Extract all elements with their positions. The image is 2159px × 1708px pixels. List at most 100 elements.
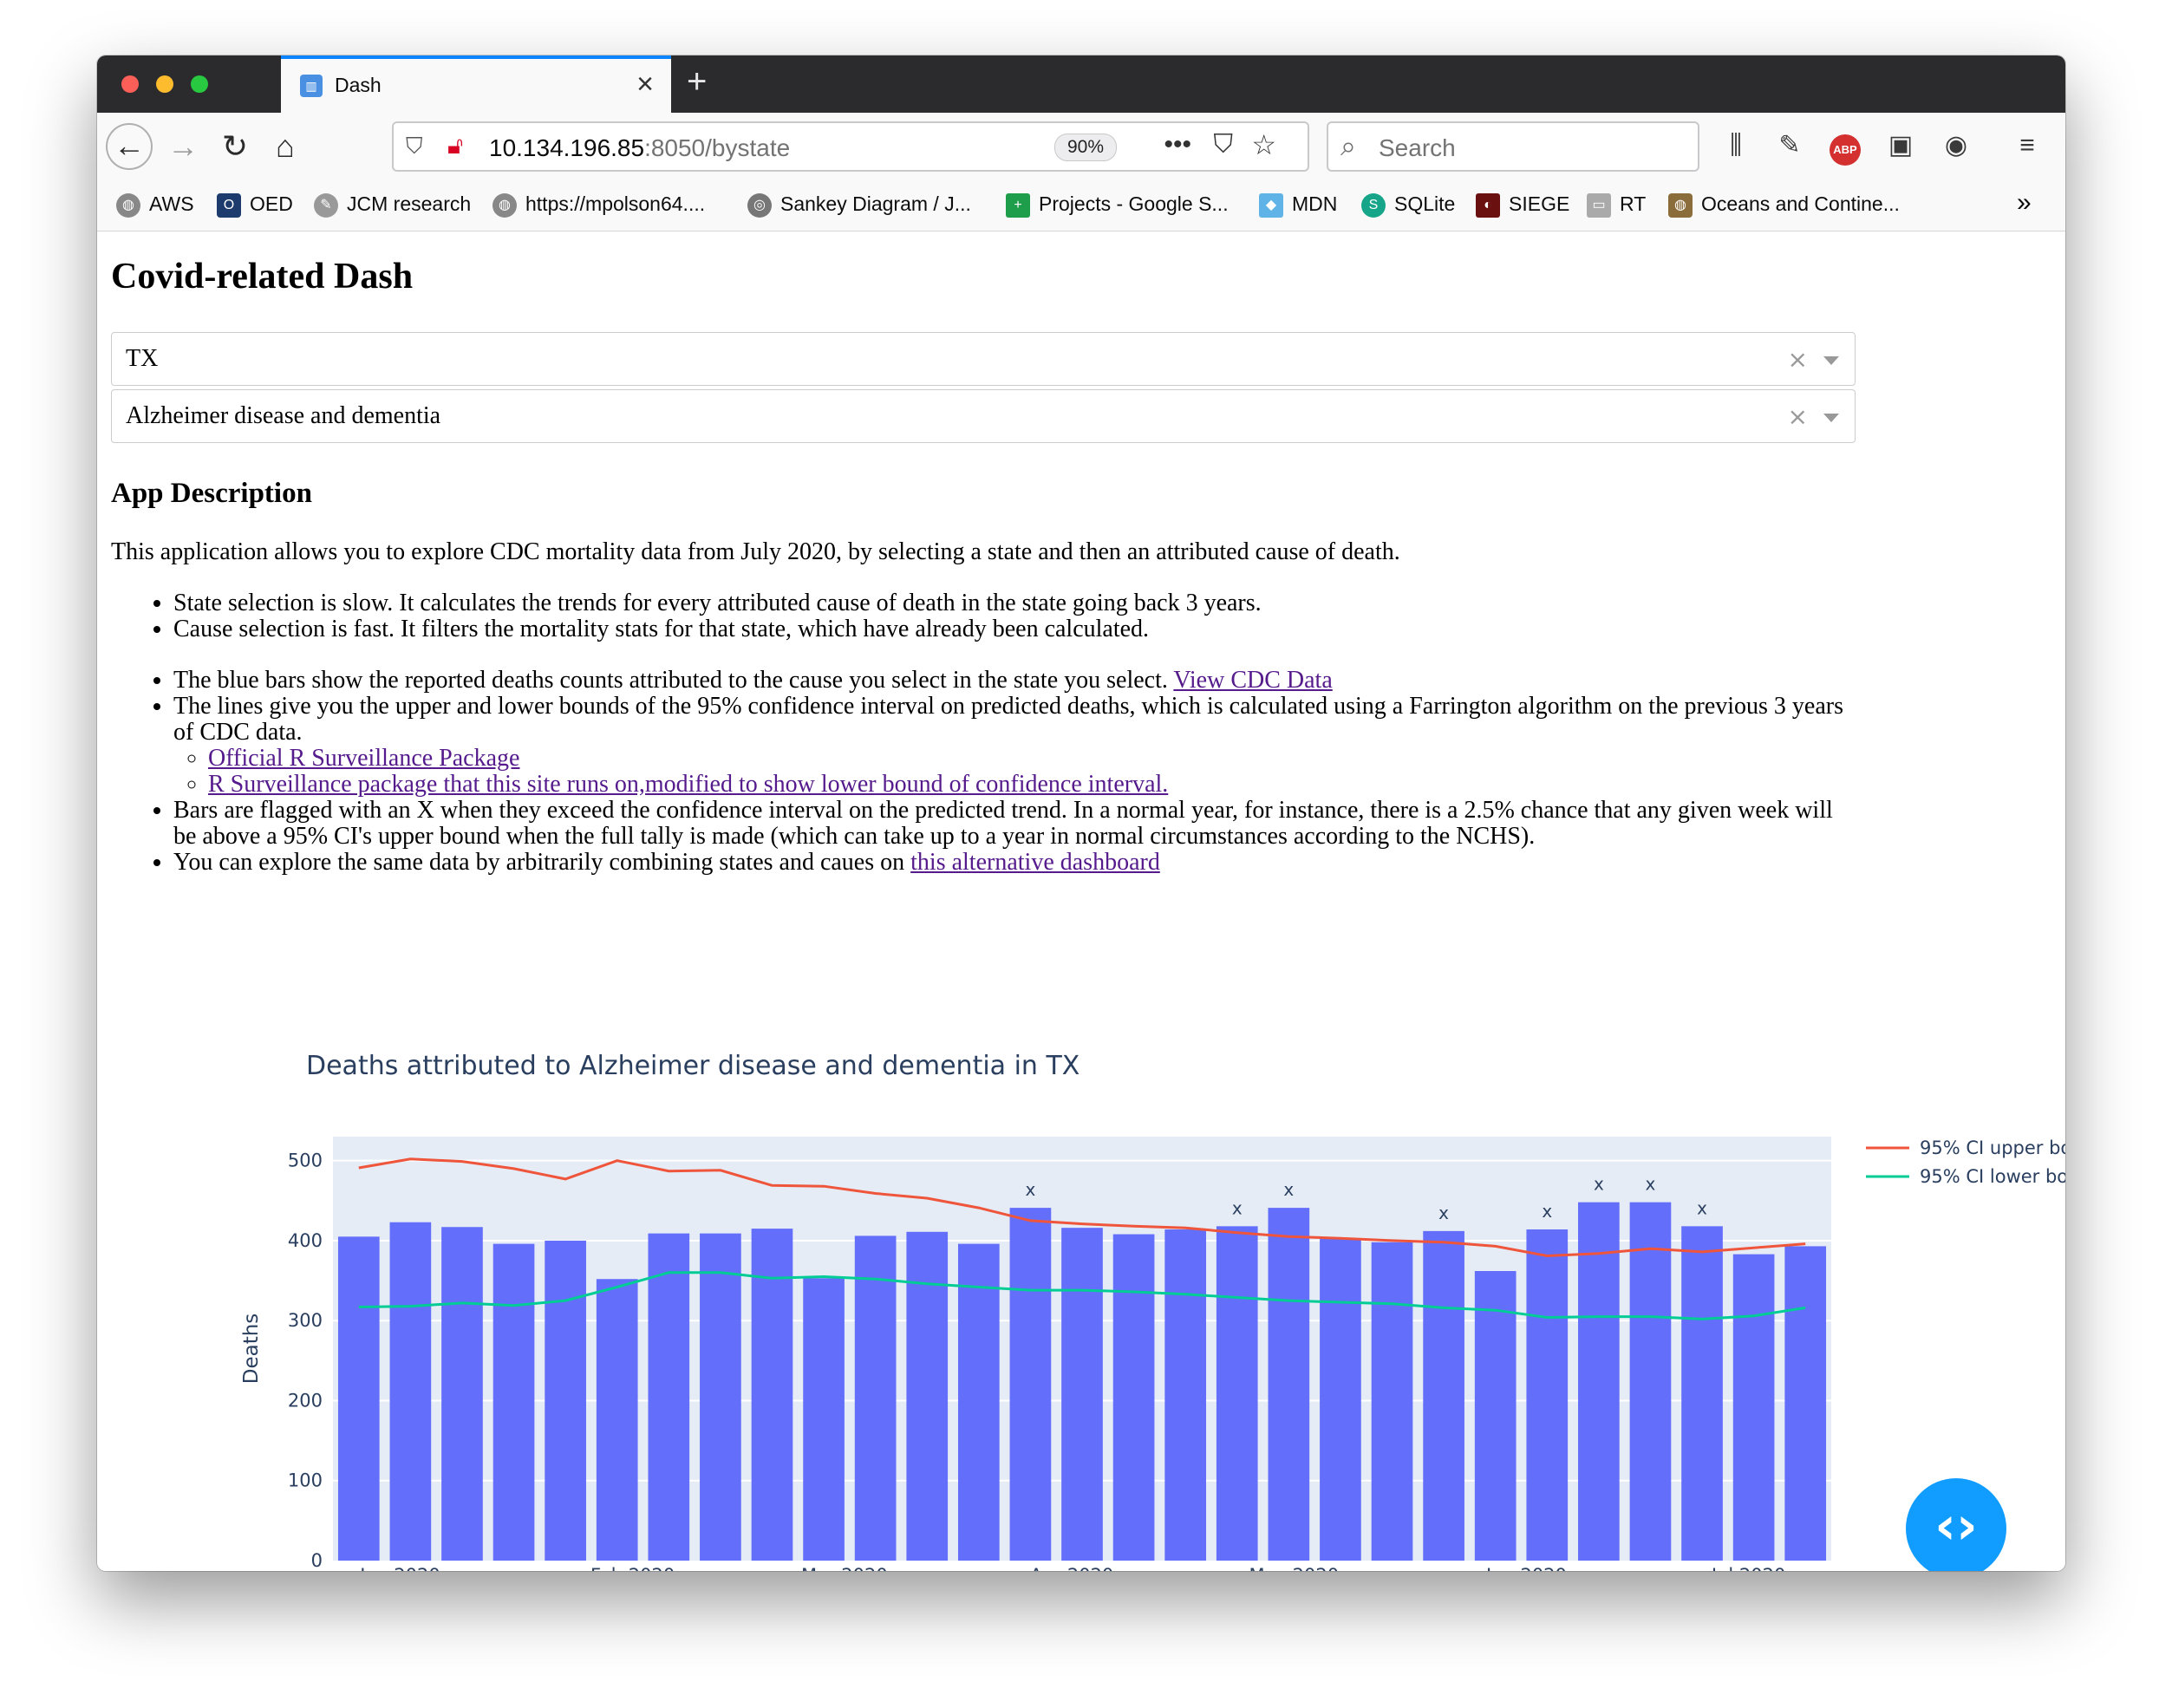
menu-icon[interactable]: ≡ bbox=[2008, 127, 2046, 165]
deaths-bar bbox=[1216, 1226, 1258, 1561]
chevron-down-icon[interactable] bbox=[1823, 414, 1839, 422]
tab-dash[interactable]: ▥ Dash × bbox=[281, 55, 671, 113]
y-tick-label: 0 bbox=[311, 1550, 323, 1571]
search-icon: ⌕ bbox=[1340, 130, 1356, 161]
official-package-link[interactable]: Official R Surveillance Package bbox=[208, 745, 519, 772]
deaths-bar bbox=[1784, 1246, 1827, 1561]
bookmark-mdn[interactable]: ◆ MDN bbox=[1259, 192, 1337, 218]
url-path: :8050/bystate bbox=[644, 134, 791, 161]
url-text[interactable]: 10.134.196.85:8050/bystate bbox=[489, 134, 790, 162]
list-item-text: You can explore the same data by arbitra… bbox=[173, 849, 911, 876]
bookmark-siege[interactable]: ◐ SIEGE bbox=[1476, 192, 1569, 218]
extension-icon[interactable]: ✎ bbox=[1771, 127, 1809, 165]
deaths-bar bbox=[441, 1227, 483, 1561]
deaths-bar bbox=[700, 1233, 741, 1561]
clear-icon[interactable]: × bbox=[1788, 402, 1808, 431]
chart-title: Deaths attributed to Alzheimer disease a… bbox=[306, 1051, 1080, 1081]
y-axis-label: Deaths bbox=[240, 1314, 263, 1385]
bookmark-label: AWS bbox=[149, 192, 194, 215]
legend-label: 95% CI upper bound bbox=[1920, 1138, 2065, 1158]
bookmark-star-icon[interactable]: ☆ bbox=[1251, 128, 1276, 161]
close-tab-icon[interactable]: × bbox=[636, 69, 654, 99]
bookmark-projects[interactable]: + Projects - Google S... bbox=[1006, 192, 1229, 218]
page-title: Covid-related Dash bbox=[111, 257, 414, 297]
dev-tools-button[interactable]: ‹› bbox=[1906, 1478, 2006, 1571]
deaths-bar bbox=[1629, 1202, 1672, 1561]
scroll-icon: ✎ bbox=[314, 192, 338, 218]
deaths-bar bbox=[1578, 1202, 1620, 1561]
clear-icon[interactable]: × bbox=[1788, 345, 1808, 374]
deaths-bar bbox=[1268, 1208, 1310, 1561]
deaths-bar bbox=[337, 1236, 380, 1561]
bookmark-rt[interactable]: ▭ RT bbox=[1587, 192, 1646, 218]
chevron-down-icon[interactable] bbox=[1823, 356, 1839, 365]
state-dropdown[interactable]: TX × bbox=[111, 332, 1856, 386]
bookmark-aws[interactable]: ◍ AWS bbox=[116, 192, 194, 218]
legend-label: 95% CI lower bound bbox=[1920, 1166, 2065, 1187]
alternative-dashboard-link[interactable]: this alternative dashboard bbox=[910, 849, 1160, 876]
url-host: 10.134.196.85 bbox=[489, 134, 645, 161]
siege-icon: ◐ bbox=[1476, 192, 1500, 218]
sqlite-icon: S bbox=[1361, 192, 1386, 218]
back-button[interactable]: ← bbox=[106, 123, 153, 170]
search-box[interactable]: ⌕ Search bbox=[1327, 121, 1699, 172]
library-icon[interactable]: ⫼ bbox=[1717, 127, 1755, 165]
reload-button[interactable]: ↻ bbox=[212, 123, 258, 170]
y-tick-label: 300 bbox=[288, 1310, 323, 1331]
new-tab-icon[interactable]: + bbox=[687, 64, 707, 99]
bookmark-jcm-research[interactable]: ✎ JCM research bbox=[314, 192, 471, 218]
deaths-bar bbox=[1320, 1238, 1361, 1561]
account-icon[interactable]: ◉ bbox=[1937, 127, 1975, 165]
deaths-bar bbox=[389, 1222, 432, 1561]
bookmark-mpolson[interactable]: ◍ https://mpolson64.... bbox=[492, 192, 705, 218]
close-window-button[interactable] bbox=[121, 75, 139, 93]
adblock-icon[interactable]: ABP bbox=[1826, 127, 1864, 166]
folder-icon: ▭ bbox=[1587, 192, 1611, 218]
x-tick-label: Jul 2020 bbox=[1710, 1565, 1785, 1571]
url-bar[interactable]: ⛉ 🔓︎ 10.134.196.85:8050/bystate 90% ••• … bbox=[392, 121, 1309, 172]
bookmark-oceans[interactable]: ◍ Oceans and Contine... bbox=[1668, 192, 1900, 218]
list-item: The lines give you the upper and lower b… bbox=[173, 694, 1849, 798]
selection-notes-list: State selection is slow. It calculates t… bbox=[97, 590, 1849, 642]
shield-icon[interactable]: ⛉ bbox=[406, 133, 423, 160]
description-text: This application allows you to explore C… bbox=[111, 538, 1400, 565]
deaths-bar bbox=[545, 1240, 586, 1561]
insecure-lock-icon[interactable]: 🔓︎ bbox=[447, 132, 463, 160]
list-item: Bars are flagged with an X when they exc… bbox=[173, 798, 1849, 850]
flag-marker: x bbox=[1646, 1174, 1656, 1195]
tab-title: Dash bbox=[335, 74, 382, 96]
state-dropdown-value: TX bbox=[126, 345, 159, 372]
deaths-bar bbox=[648, 1233, 690, 1561]
cause-dropdown[interactable]: Alzheimer disease and dementia × bbox=[111, 389, 1856, 443]
google-sheets-icon: + bbox=[1006, 192, 1030, 218]
sub-list: Official R Surveillance Package R Survei… bbox=[173, 746, 1849, 798]
page-content: Covid-related Dash TX × Alzheimer diseas… bbox=[97, 231, 2065, 1571]
deaths-bar bbox=[1009, 1208, 1052, 1561]
deaths-bar bbox=[1423, 1230, 1464, 1561]
deaths-chart: Deaths attributed to Alzheimer disease a… bbox=[149, 1035, 2065, 1571]
view-cdc-data-link[interactable]: View CDC Data bbox=[1173, 667, 1332, 694]
tab-bar: ▥ Dash × + bbox=[97, 55, 2065, 113]
sub-list-item: Official R Surveillance Package bbox=[208, 746, 1849, 772]
pocket-icon[interactable]: ⛉ bbox=[1214, 130, 1234, 160]
sidebar-icon[interactable]: ▣ bbox=[1882, 127, 1920, 165]
deaths-bar bbox=[1112, 1234, 1155, 1561]
bookmark-label: JCM research bbox=[347, 192, 472, 215]
bookmark-sankey[interactable]: ◎ Sankey Diagram / J... bbox=[747, 192, 971, 218]
bookmark-oed[interactable]: O OED bbox=[217, 192, 293, 218]
bookmark-label: Sankey Diagram / J... bbox=[780, 192, 971, 215]
flag-marker: x bbox=[1438, 1203, 1449, 1223]
minimize-window-button[interactable] bbox=[156, 75, 173, 93]
maximize-window-button[interactable] bbox=[191, 75, 208, 93]
more-actions-icon[interactable]: ••• bbox=[1164, 130, 1191, 160]
deaths-bar bbox=[492, 1243, 535, 1561]
bookmark-sqlite[interactable]: S SQLite bbox=[1361, 192, 1455, 218]
forward-button[interactable]: → bbox=[160, 123, 206, 170]
modified-package-link[interactable]: R Surveillance package that this site ru… bbox=[208, 771, 1168, 798]
zoom-indicator[interactable]: 90% bbox=[1053, 134, 1117, 161]
search-placeholder: Search bbox=[1379, 134, 1456, 161]
more-bookmarks-icon[interactable]: » bbox=[2017, 188, 2032, 218]
home-button[interactable]: ⌂ bbox=[262, 123, 309, 170]
oceans-icon: ◍ bbox=[1668, 192, 1693, 218]
x-tick-label: Mar 2020 bbox=[801, 1565, 888, 1571]
